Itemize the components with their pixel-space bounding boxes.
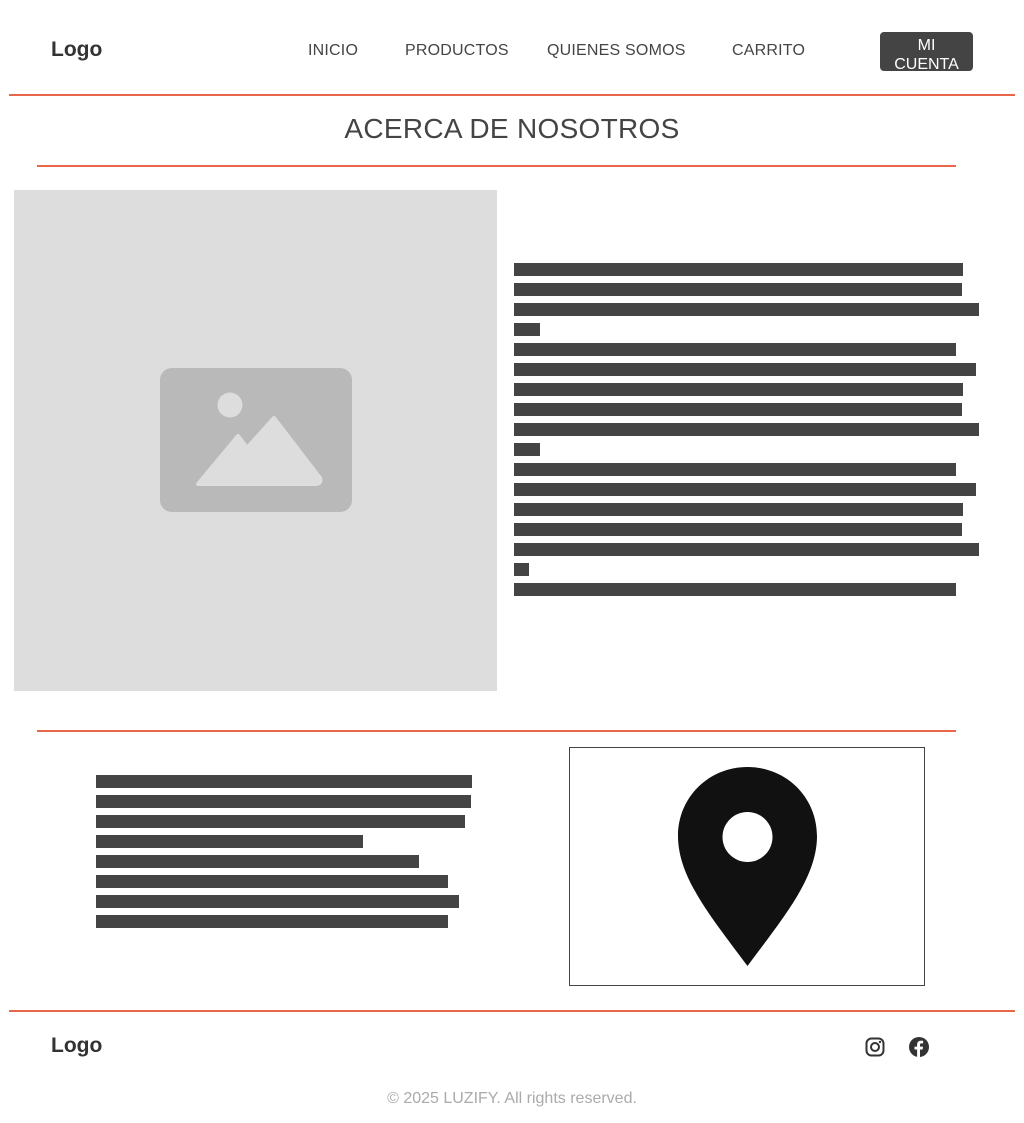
nav-link-inicio[interactable]: INICIO <box>308 42 358 60</box>
text-line <box>514 483 976 496</box>
copyright-text: © 2025 LUZIFY. All rights reserved. <box>387 1090 637 1107</box>
footer-logo[interactable]: Logo <box>51 1034 102 1058</box>
title-divider <box>37 165 956 167</box>
text-line <box>96 875 448 888</box>
text-line <box>514 343 956 356</box>
location-map[interactable] <box>569 747 925 986</box>
header-divider <box>9 94 1015 96</box>
text-line <box>514 543 979 556</box>
my-account-button[interactable]: MI CUENTA <box>880 32 973 71</box>
text-line <box>514 403 962 416</box>
text-line <box>514 503 963 516</box>
text-line <box>514 563 529 576</box>
text-line <box>514 523 962 536</box>
about-image <box>14 190 497 691</box>
page-title: ACERCA DE NOSOTROS <box>344 113 680 144</box>
nav-link-carrito[interactable]: CARRITO <box>732 42 805 60</box>
text-line <box>514 583 956 596</box>
map-pin-icon <box>678 767 817 966</box>
text-line <box>96 855 419 868</box>
image-placeholder-icon <box>160 368 352 512</box>
nav-link-quienes-somos[interactable]: QUIENES SOMOS <box>547 42 686 60</box>
footer-divider <box>9 1010 1015 1012</box>
text-line <box>514 303 979 316</box>
header-logo[interactable]: Logo <box>51 38 102 62</box>
text-line <box>514 323 540 336</box>
nav-link-productos[interactable]: PRODUCTOS <box>405 42 509 60</box>
instagram-icon[interactable] <box>865 1037 885 1057</box>
text-line <box>514 463 956 476</box>
text-line <box>514 383 963 396</box>
section-divider <box>37 730 956 732</box>
text-line <box>96 795 471 808</box>
text-line <box>96 835 363 848</box>
text-line <box>514 423 979 436</box>
text-line <box>96 895 459 908</box>
text-line <box>514 263 963 276</box>
facebook-icon[interactable] <box>909 1037 929 1057</box>
text-line <box>514 363 976 376</box>
text-line <box>96 915 448 928</box>
text-line <box>96 775 472 788</box>
text-line <box>514 283 962 296</box>
text-line <box>96 815 465 828</box>
text-line <box>514 443 540 456</box>
